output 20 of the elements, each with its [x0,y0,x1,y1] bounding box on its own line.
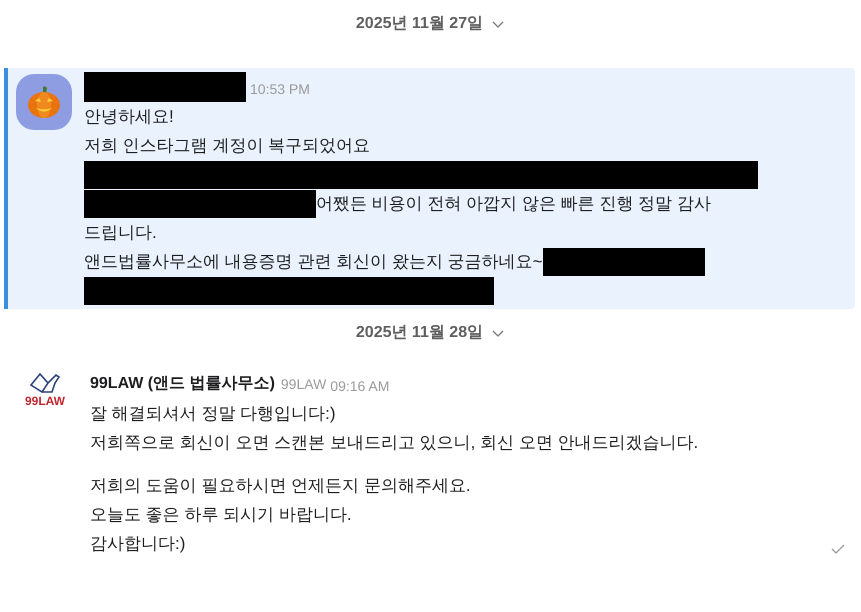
logo-icon [28,371,62,395]
message-text: 저희 인스타그램 계정이 복구되었어요 [84,134,370,157]
message-time: 10:53 PM [250,80,310,99]
message-text: 드립니다. [84,222,157,244]
message-text: 감사합니다:) [90,532,186,555]
message-text: 오늘도 좋은 하루 되시기 바랍니다. [90,504,352,526]
avatar[interactable] [16,74,72,130]
sender-handle: 99LAW [280,375,326,394]
message-text: 어쨌든 비용이 전혀 아깝지 않은 빠른 진행 정말 감사 [316,192,711,215]
message-text: 안녕하세요! [84,106,174,128]
pumpkin-icon [26,84,62,120]
sender-name[interactable]: 99LAW (앤드 법률사무소) [90,372,275,399]
message-text: 저희의 도움이 필요하시면 언제든지 문의해주세요. [90,474,471,497]
date-divider: 2025년 11월 27일 [356,14,484,34]
logo-text: 99LAW [24,395,65,407]
message-text: 잘 해결되셔서 정말 다행입니다:) [90,402,336,425]
message-time: 09:16 AM [330,377,390,396]
message-text: 저희쪽으로 회신이 오면 스캔본 보내드리고 있으니, 회신 오면 안내드리겠습니다. [90,432,698,454]
message-text: 앤드법률사무소에 내용증명 관련 회신이 왔는지 궁금하네요~ [84,250,543,273]
date-divider: 2025년 11월 28일 [356,323,484,343]
